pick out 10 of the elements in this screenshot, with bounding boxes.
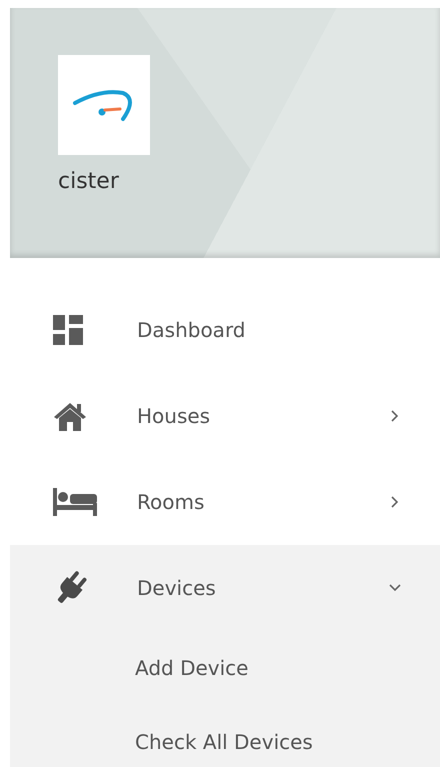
dashboard-icon (53, 315, 83, 345)
menu-item[interactable]: Devices (137, 573, 388, 603)
submenu-item[interactable]: Check All Devices (135, 730, 313, 754)
menu-item[interactable]: Dashboard (137, 315, 402, 345)
submenu-item[interactable]: Add Device (135, 656, 248, 680)
house-icon (53, 401, 87, 431)
menu-item[interactable]: Houses (137, 401, 388, 431)
menu-item[interactable]: Rooms (137, 487, 388, 517)
app-name: cister (58, 169, 119, 196)
bed-icon (53, 488, 97, 516)
